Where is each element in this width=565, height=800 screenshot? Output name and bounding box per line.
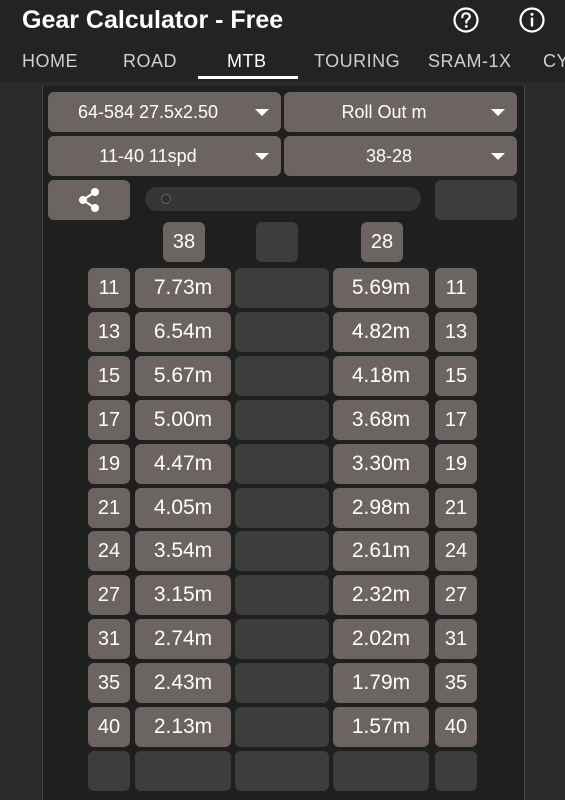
cadence-slider[interactable] [145,187,421,211]
empty-middle-cell [235,575,329,615]
info-circle-icon[interactable] [518,6,546,34]
rollout-left-cell[interactable]: 2.74m [135,619,231,659]
cog-left-chip[interactable]: 27 [88,575,130,615]
chainring-middle-empty [256,222,298,262]
empty-middle-cell [235,488,329,528]
tab-home[interactable]: HOME [22,44,78,82]
cog-right-chip[interactable]: 17 [435,400,477,440]
share-button[interactable] [48,180,130,220]
empty-middle-cell [235,268,329,308]
rollout-right-cell[interactable]: 4.82m [333,312,429,352]
tab-road[interactable]: ROAD [123,44,177,82]
rollout-right-cell[interactable]: 3.30m [333,444,429,484]
cog-left-chip[interactable]: 15 [88,356,130,396]
rollout-left-cell[interactable]: 5.67m [135,356,231,396]
caret-down-icon [491,153,505,160]
cog-left-chip[interactable]: 24 [88,531,130,571]
rollout-right-cell[interactable]: 2.61m [333,531,429,571]
rollout-right-cell[interactable]: 3.68m [333,400,429,440]
cog-left-chip[interactable]: 40 [88,707,130,747]
rollout-left-cell[interactable]: 5.00m [135,400,231,440]
rollout-right-cell[interactable]: 2.02m [333,619,429,659]
tab-touring[interactable]: TOURING [314,44,400,82]
empty-box [435,180,517,220]
rollout-left-cell[interactable]: 3.54m [135,531,231,571]
empty-middle-cell [235,400,329,440]
cog-right-chip[interactable]: 15 [435,356,477,396]
empty-right-cell [333,751,429,791]
rollout-right-cell[interactable]: 1.57m [333,707,429,747]
empty-middle-cell [235,531,329,571]
cog-left-chip[interactable]: 17 [88,400,130,440]
empty-cog-cell [435,751,477,791]
tire-size-value: 64-584 27.5x2.50 [77,102,219,122]
rollout-left-cell[interactable]: 2.43m [135,663,231,703]
app-bar: Gear Calculator - Free HOME ROAD MTB TOU… [0,0,565,82]
app-title: Gear Calculator - Free [22,6,284,34]
cog-right-chip[interactable]: 19 [435,444,477,484]
cog-right-chip[interactable]: 40 [435,707,477,747]
empty-left-cell [135,751,231,791]
help-circle-icon[interactable] [452,6,480,34]
rollout-left-cell[interactable]: 4.47m [135,444,231,484]
caret-down-icon [491,109,505,116]
rollout-left-cell[interactable]: 4.05m [135,488,231,528]
cog-right-chip[interactable]: 35 [435,663,477,703]
rollout-right-cell[interactable]: 2.98m [333,488,429,528]
empty-cog-cell [88,751,130,791]
rollout-right-cell[interactable]: 5.69m [333,268,429,308]
chainring-value: 38-28 [365,146,413,166]
empty-middle-cell [235,312,329,352]
caret-down-icon [255,109,269,116]
slider-thumb[interactable] [161,194,171,204]
rollout-left-cell[interactable]: 2.13m [135,707,231,747]
cog-left-chip[interactable]: 35 [88,663,130,703]
rollout-right-cell[interactable]: 4.18m [333,356,429,396]
cog-left-chip[interactable]: 13 [88,312,130,352]
cog-left-chip[interactable]: 11 [88,268,130,308]
empty-middle-cell [235,707,329,747]
rollout-left-cell[interactable]: 3.15m [135,575,231,615]
cog-right-chip[interactable]: 31 [435,619,477,659]
cog-left-chip[interactable]: 31 [88,619,130,659]
chainring-dropdown[interactable]: 38-28 [284,136,517,176]
empty-middle-cell [235,356,329,396]
active-tab-indicator [198,76,298,79]
cog-right-chip[interactable]: 24 [435,531,477,571]
rollout-right-cell[interactable]: 1.79m [333,663,429,703]
empty-middle-cell [235,751,329,791]
unit-dropdown[interactable]: Roll Out m [284,92,517,132]
rollout-left-cell[interactable]: 7.73m [135,268,231,308]
cog-right-chip[interactable]: 27 [435,575,477,615]
cog-right-chip[interactable]: 13 [435,312,477,352]
empty-middle-cell [235,444,329,484]
empty-middle-cell [235,619,329,659]
tire-size-dropdown[interactable]: 64-584 27.5x2.50 [48,92,281,132]
cog-left-chip[interactable]: 21 [88,488,130,528]
empty-middle-cell [235,663,329,703]
share-icon [79,188,99,212]
cassette-value: 11-40 11spd [99,146,197,166]
tab-cy[interactable]: CY [543,44,565,82]
tab-sram-1x[interactable]: SRAM-1X [428,44,512,82]
cog-left-chip[interactable]: 19 [88,444,130,484]
chainring-right-header[interactable]: 28 [361,222,403,262]
cassette-dropdown[interactable]: 11-40 11spd [48,136,281,176]
rollout-left-cell[interactable]: 6.54m [135,312,231,352]
cog-right-chip[interactable]: 21 [435,488,477,528]
unit-value: Roll Out m [341,102,427,122]
rollout-right-cell[interactable]: 2.32m [333,575,429,615]
cog-right-chip[interactable]: 11 [435,268,477,308]
caret-down-icon [255,153,269,160]
chainring-left-header[interactable]: 38 [163,222,205,262]
